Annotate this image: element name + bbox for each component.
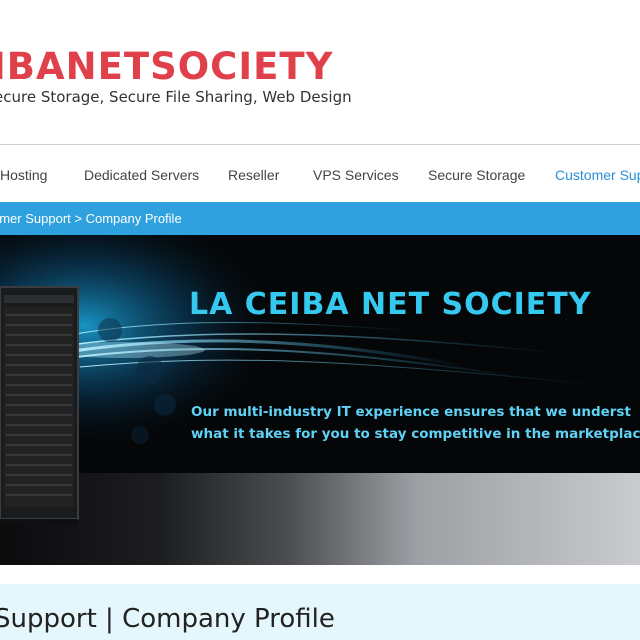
breadcrumb-bar: omer Support > Company Profile <box>0 202 640 235</box>
nav-item-vps-services[interactable]: VPS Services <box>313 167 399 183</box>
site-tagline: ecure Storage, Secure File Sharing, Web … <box>0 88 352 106</box>
banner-graphic <box>0 235 601 525</box>
banner-tagline-line-1: Our multi-industry IT experience ensures… <box>191 404 631 420</box>
page-title: Support | Company Profile <box>0 604 335 634</box>
server-rack-graphic <box>0 286 79 525</box>
site-header: IBANETSOCIETY ecure Storage, Secure File… <box>0 0 640 144</box>
nav-item-hosting[interactable]: Hosting <box>0 167 47 183</box>
banner-tagline-line-2: what it takes for you to stay competitiv… <box>191 426 640 442</box>
nav-item-dedicated-servers[interactable]: Dedicated Servers <box>84 167 199 183</box>
breadcrumb[interactable]: omer Support > Company Profile <box>0 211 182 226</box>
banner-tagline: Our multi-industry IT experience ensures… <box>191 401 640 445</box>
site-logo[interactable]: IBANETSOCIETY <box>0 44 333 90</box>
nav-item-secure-storage[interactable]: Secure Storage <box>428 167 525 183</box>
hero-banner: LA CEIBA NET SOCIETY Our multi-industry … <box>0 235 640 565</box>
banner-title: LA CEIBA NET SOCIETY <box>189 287 592 322</box>
main-nav: Hosting Dedicated Servers Reseller VPS S… <box>0 144 640 203</box>
nav-item-customer-support[interactable]: Customer Supp <box>555 167 640 183</box>
page-heading-bar: Support | Company Profile <box>0 584 640 640</box>
nav-item-reseller[interactable]: Reseller <box>228 167 279 183</box>
